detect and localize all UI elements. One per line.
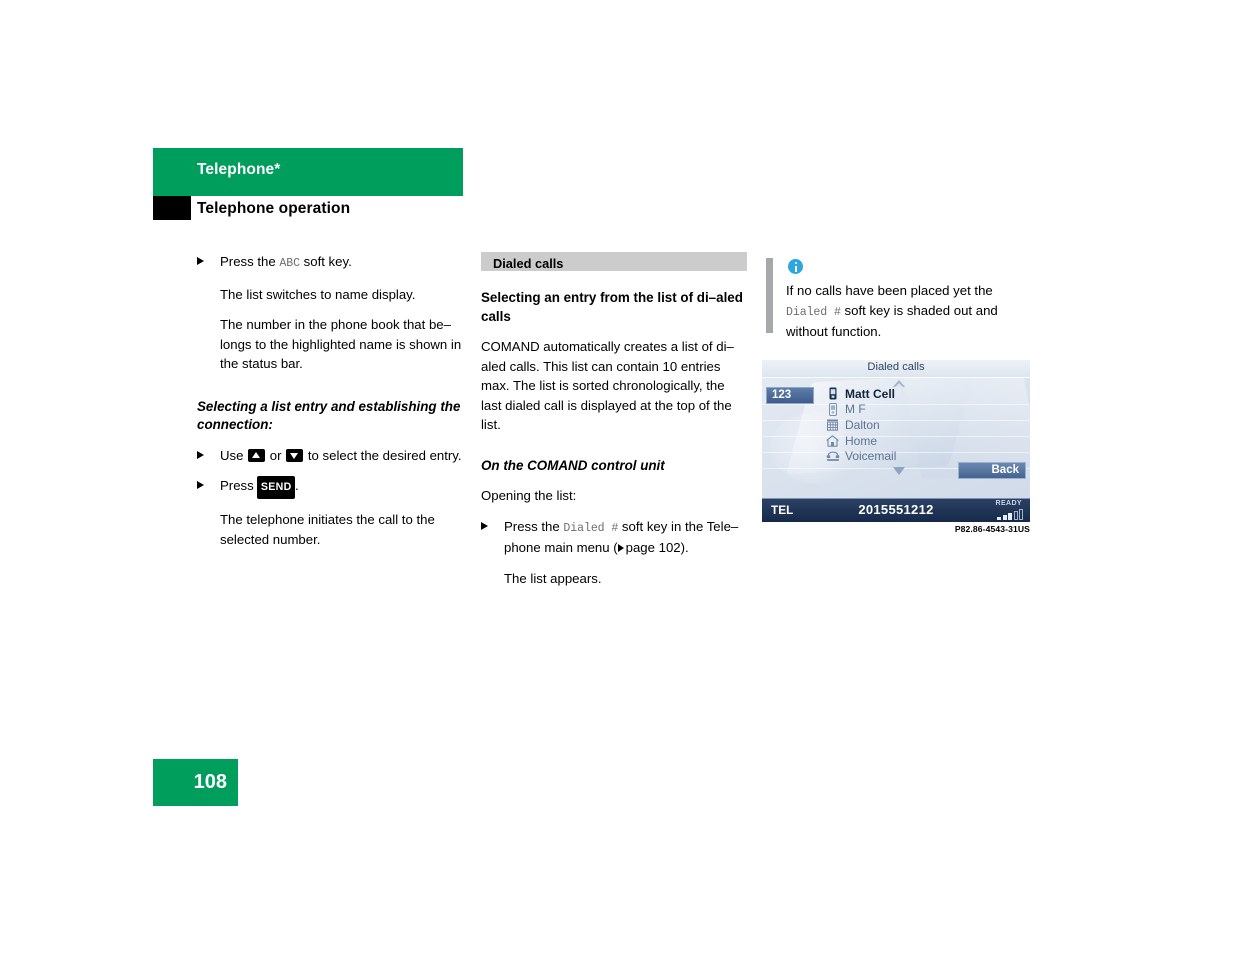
office-building-icon	[824, 419, 841, 431]
list-item: Press the ABC soft key.	[197, 252, 469, 274]
section-head-dialed-calls: Dialed calls	[481, 252, 747, 271]
scroll-down-arrow-icon[interactable]	[893, 467, 905, 475]
note-side-rule	[766, 258, 773, 333]
signal-strength-icon	[997, 509, 1023, 520]
step-text-pre: Press the	[504, 518, 560, 534]
step-text-post: .	[295, 478, 299, 493]
result-text: The list appears.	[504, 570, 602, 586]
subheading-comand-control-unit: On the COMAND control unit	[481, 457, 665, 473]
telephone-icon	[824, 451, 841, 462]
subheading-select-entry: Selecting a list entry and establishing …	[197, 398, 461, 433]
home-icon	[824, 434, 841, 447]
step-text-pre: Use	[220, 447, 244, 463]
paragraph-status-bar: The number in the phone book that be–lon…	[220, 317, 462, 371]
list-item-label: M F	[845, 402, 866, 417]
middle-column: Dialed calls Selecting an entry from the…	[481, 252, 747, 595]
mobile-phone-icon	[824, 402, 841, 416]
status-phone-number: 2015551212	[858, 502, 934, 517]
softkey-abc-label: ABC	[279, 257, 300, 270]
list-item: Press SEND.	[197, 476, 469, 499]
list-item: Press the Dialed # soft key in the Tele–…	[481, 517, 747, 558]
list-item-label: Voicemail	[845, 449, 897, 464]
mobile-phone-icon	[824, 387, 841, 400]
cross-reference-triangle-icon	[617, 544, 624, 552]
bullet-triangle-icon	[197, 450, 204, 459]
comand-screen-figure: Dialed calls 123 Matt Cell M F Dalton Ho…	[762, 360, 1030, 522]
result-text: The list switches to name display.	[220, 286, 416, 302]
list-item[interactable]: M F	[824, 402, 1024, 418]
section-marker-block	[153, 196, 191, 220]
comand-display: Dialed calls 123 Matt Cell M F Dalton Ho…	[762, 360, 1030, 522]
step-text-mid: or	[269, 447, 282, 463]
display-title: Dialed calls	[867, 361, 925, 373]
note-text-pre: If no calls have been placed yet the	[786, 283, 993, 298]
list-item: Use or to select the desired entry.	[197, 446, 469, 466]
page-reference: page 102	[625, 540, 681, 555]
step-text-pre: Press	[220, 478, 254, 493]
softkey-dialed-label: Dialed #	[786, 305, 841, 319]
bullet-triangle-icon	[197, 481, 204, 489]
chapter-title: Telephone*	[197, 161, 281, 178]
bullet-triangle-icon	[197, 257, 204, 265]
status-ready-label: READY	[995, 499, 1022, 507]
info-icon	[788, 259, 803, 274]
figure-caption: P82.86-4543-31US	[954, 524, 1030, 534]
section-title: Telephone operation	[197, 200, 351, 217]
list-item-label: Matt Cell	[845, 386, 896, 401]
numeric-mode-badge[interactable]: 123	[766, 387, 814, 404]
list-item-label: Home	[845, 433, 878, 448]
step-text-pre: Press the	[220, 254, 276, 269]
numeric-mode-badge-label: 123	[772, 389, 792, 401]
paragraph-comand-list: COMAND automatically creates a list of d…	[481, 339, 734, 432]
back-button-label: Back	[991, 464, 1020, 476]
send-key-icon: SEND	[257, 476, 296, 499]
dialed-calls-list: Matt Cell M F Dalton Home Voicemail	[824, 386, 1024, 464]
note-text: If no calls have been placed yet the Dia…	[786, 281, 1036, 342]
left-column: Press the ABC soft key. The list switche…	[197, 252, 469, 556]
step-text-post: soft key.	[303, 254, 352, 269]
softkey-dialed-label: Dialed #	[563, 521, 619, 535]
page-number: 108	[193, 771, 227, 793]
list-item[interactable]: Dalton	[824, 417, 1024, 433]
manual-page: Telephone* Telephone operation Press the…	[0, 0, 1235, 954]
list-item-label: Dalton	[845, 417, 880, 432]
list-item[interactable]: Home	[824, 433, 1024, 449]
arrow-down-key-icon	[286, 448, 304, 462]
arrow-up-key-icon	[248, 448, 266, 462]
chapter-header-band: Telephone*	[153, 148, 463, 196]
list-item[interactable]: Matt Cell	[824, 386, 1024, 402]
step-text-post: to select the desired entry.	[307, 447, 462, 463]
display-status-bar: TEL 2015551212 READY	[762, 498, 1030, 522]
back-button[interactable]: Back	[958, 462, 1026, 479]
page-number-block: 108	[153, 759, 238, 806]
step-text-post: ).	[680, 540, 689, 555]
opening-the-list-text: Opening the list:	[481, 488, 577, 503]
result-text: The telephone initiates the call to the …	[220, 512, 435, 547]
heading-selecting-entry: Selecting an entry from the list of di–a…	[481, 290, 743, 324]
bullet-triangle-icon	[481, 521, 488, 530]
section-head-label: Dialed calls	[493, 256, 564, 271]
